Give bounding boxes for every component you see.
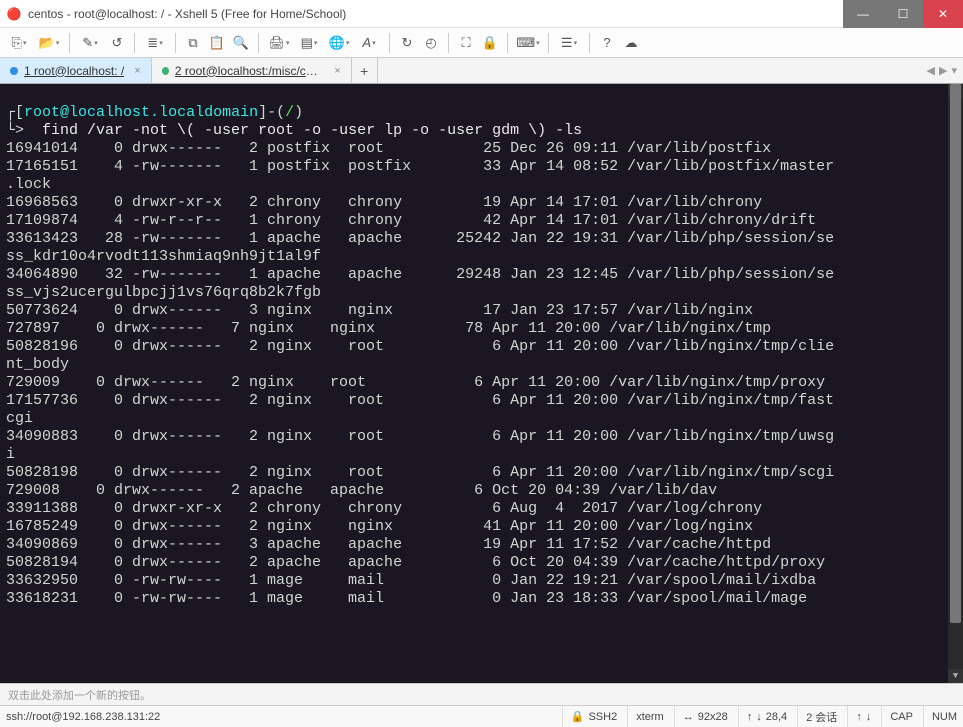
- prompt-bracket-close: ]-(: [258, 104, 285, 121]
- window-titlebar: 🔴 centos - root@localhost: / - Xshell 5 …: [0, 0, 963, 28]
- tab-close-icon[interactable]: ×: [134, 65, 140, 77]
- properties-icon[interactable]: ≣: [142, 33, 168, 53]
- maximize-button[interactable]: ☐: [883, 0, 923, 28]
- open-icon[interactable]: 📂: [36, 33, 62, 53]
- status-num: NUM: [923, 706, 957, 727]
- new-tab-button[interactable]: +: [352, 58, 378, 83]
- prompt-bracket: ┌[: [6, 104, 24, 121]
- prompt-at: @: [60, 104, 69, 121]
- session-tabbar: 1 root@localhost: / × 2 root@localhost:/…: [0, 58, 963, 84]
- prompt-arrow: └>: [6, 122, 24, 139]
- cursor-up-icon: ↑: [747, 711, 753, 723]
- status-term: xterm: [627, 706, 664, 727]
- terminal-scrollbar[interactable]: ▲ ▼: [948, 84, 963, 683]
- tab-label: 1 root@localhost: /: [24, 64, 124, 78]
- prompt-end: ): [294, 104, 303, 121]
- copy-icon[interactable]: ⧉: [183, 33, 203, 53]
- print-icon[interactable]: 🖨: [266, 33, 292, 53]
- find-icon[interactable]: 🔍: [231, 33, 251, 53]
- paste-icon[interactable]: 📋: [207, 33, 227, 53]
- status-caps: CAP: [881, 706, 913, 727]
- size-icon: ↔: [683, 711, 694, 723]
- tab-next-icon[interactable]: ▶: [939, 64, 947, 77]
- tab-prev-icon[interactable]: ◀: [927, 64, 935, 77]
- quick-button-bar[interactable]: 双击此处添加一个新的按钮。: [0, 683, 963, 705]
- status-ssh: SSH2: [588, 711, 617, 723]
- quick-button-hint: 双击此处添加一个新的按钮。: [8, 687, 151, 703]
- main-toolbar: ⎘ 📂 ✎ ↺ ≣ ⧉ 📋 🔍 🖨 ▤ 🌐 A ↻ ◴ ⛶ 🔒 ⌨ ☰ ? ☁: [0, 28, 963, 58]
- reconnect-icon[interactable]: ↺: [107, 33, 127, 53]
- tab-session-2[interactable]: 2 root@localhost:/misc/cd/Pa... ×: [152, 58, 352, 83]
- globe-icon[interactable]: 🌐: [326, 33, 352, 53]
- scroll-down-icon[interactable]: ▼: [948, 669, 963, 683]
- highlight-icon[interactable]: ✎: [77, 33, 103, 53]
- status-size: 92x28: [698, 711, 728, 723]
- app-icon: 🔴: [6, 6, 22, 22]
- about-icon[interactable]: ☁: [621, 33, 641, 53]
- window-title: centos - root@localhost: / - Xshell 5 (F…: [28, 7, 843, 21]
- fullscreen-icon[interactable]: ⛶: [456, 33, 476, 53]
- ssh-icon: 🔒: [571, 710, 585, 723]
- keyboard-icon[interactable]: ⌨: [515, 33, 541, 53]
- tab-close-icon[interactable]: ×: [334, 65, 340, 77]
- tab-menu-icon[interactable]: ▾: [951, 64, 957, 77]
- layout-icon[interactable]: ▤: [296, 33, 322, 53]
- refresh-icon[interactable]: ↻: [397, 33, 417, 53]
- prompt-cwd: /: [285, 104, 294, 121]
- sessions-up-icon: ↑: [856, 711, 862, 723]
- tab-session-1[interactable]: 1 root@localhost: / ×: [0, 58, 152, 83]
- status-bar: ssh://root@192.168.238.131:22 🔒SSH2 xter…: [0, 705, 963, 727]
- status-cursor: 28,4: [766, 711, 787, 723]
- terminal-output: 16941014 0 drwx------ 2 postfix root 25 …: [6, 140, 957, 608]
- compass-icon[interactable]: ◴: [421, 33, 441, 53]
- tools-icon[interactable]: ☰: [556, 33, 582, 53]
- cursor-down-icon: ↓: [756, 711, 762, 723]
- status-sessions: 2 会话: [797, 706, 837, 727]
- lock-icon[interactable]: 🔒: [480, 33, 500, 53]
- prompt-user: root: [24, 104, 60, 121]
- status-connection: ssh://root@192.168.238.131:22: [6, 711, 552, 723]
- terminal-pane[interactable]: ┌[root@localhost.localdomain]-(/) └> fin…: [0, 84, 963, 683]
- prompt-host: localhost.localdomain: [69, 104, 258, 121]
- sessions-down-icon: ↓: [866, 711, 872, 723]
- tab-status-icon: [10, 67, 18, 75]
- terminal-command: find /var -not \( -user root -o -user lp…: [24, 122, 582, 139]
- help-icon[interactable]: ?: [597, 33, 617, 53]
- tab-status-icon: [162, 67, 169, 75]
- minimize-button[interactable]: —: [843, 0, 883, 28]
- scrollbar-thumb[interactable]: [950, 84, 961, 623]
- tab-label: 2 root@localhost:/misc/cd/Pa...: [175, 64, 324, 78]
- close-button[interactable]: ✕: [923, 0, 963, 28]
- font-icon[interactable]: A: [356, 33, 382, 53]
- new-session-icon[interactable]: ⎘: [6, 33, 32, 53]
